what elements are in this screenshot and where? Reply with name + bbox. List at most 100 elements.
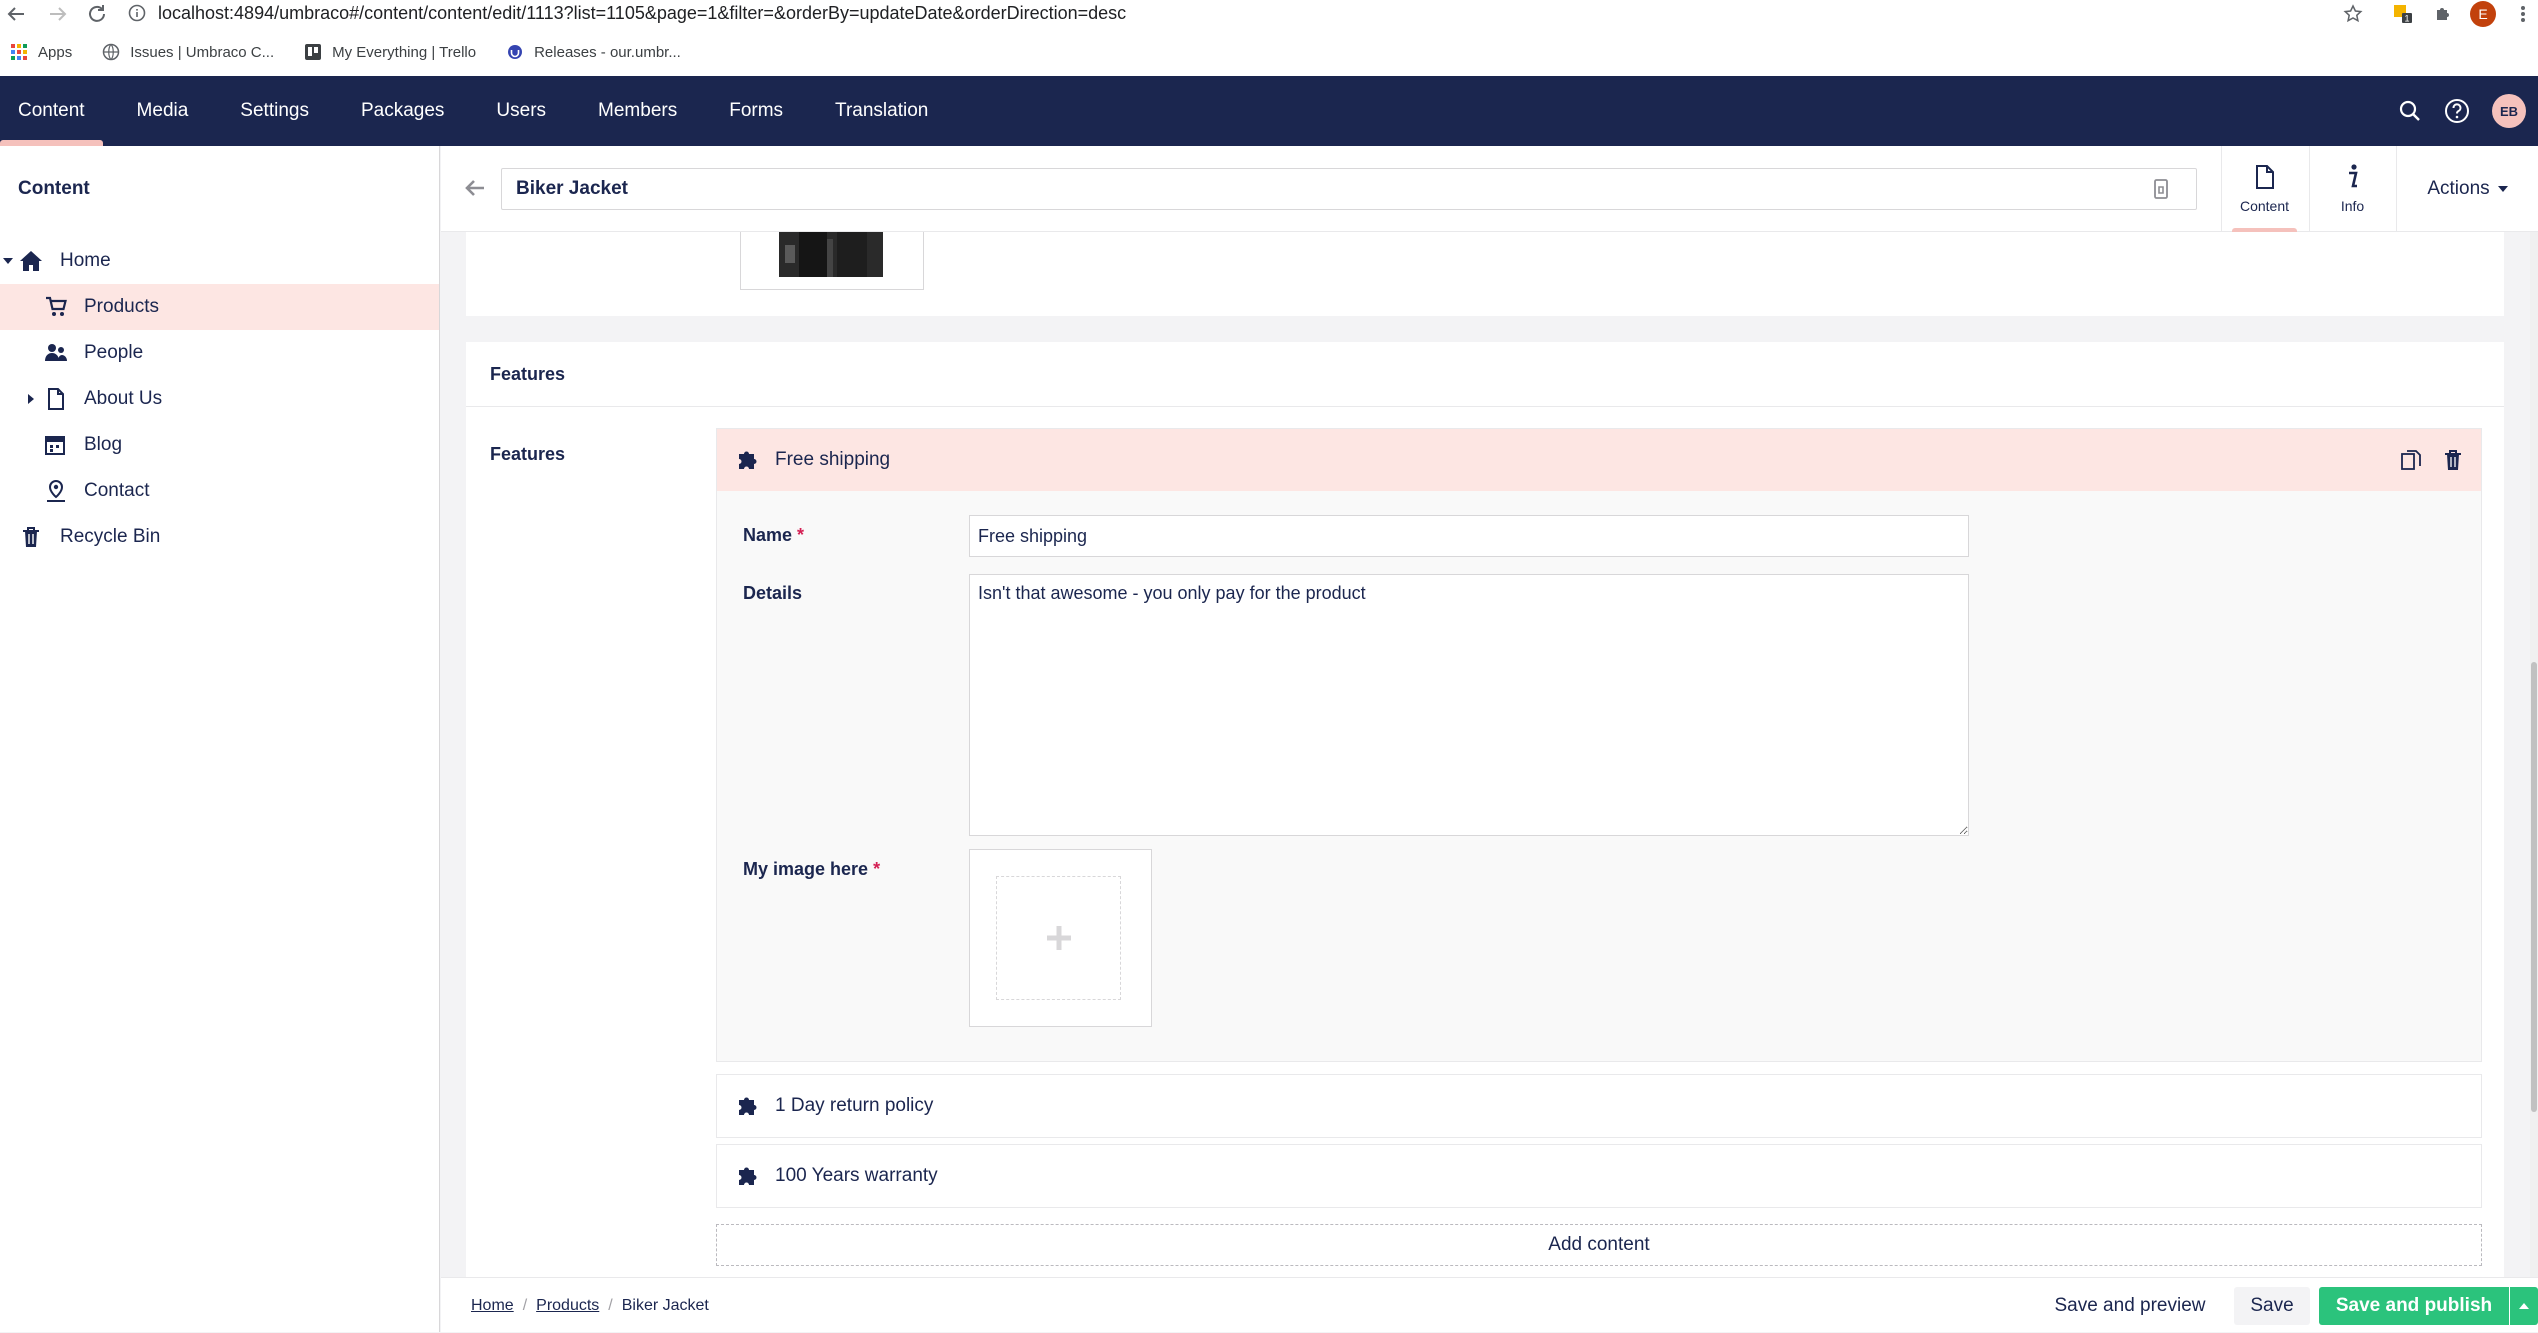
- caret-down-icon[interactable]: [2, 255, 14, 267]
- node-name-input[interactable]: [501, 168, 2197, 210]
- breadcrumb-home[interactable]: Home: [471, 1297, 514, 1315]
- tree-item-about-us[interactable]: About Us: [0, 376, 439, 422]
- block-warranty[interactable]: 100 Years warranty: [716, 1144, 2482, 1208]
- tab-label: Content: [2239, 198, 2290, 214]
- caret-up-icon: [2519, 1303, 2529, 1309]
- editor-footer: Home / Products / Biker Jacket Save and …: [441, 1277, 2538, 1332]
- bookmark-apps[interactable]: Apps: [10, 43, 72, 61]
- bookmark-trello[interactable]: My Everything | Trello: [304, 43, 476, 61]
- tree-item-people[interactable]: People: [0, 330, 439, 376]
- bookmark-star-icon[interactable]: [2340, 2, 2366, 26]
- breadcrumb-products[interactable]: Products: [536, 1297, 599, 1315]
- property-label-features: Features: [490, 444, 566, 464]
- bookmark-label: My Everything | Trello: [332, 43, 477, 61]
- section-content[interactable]: Content: [0, 76, 103, 146]
- back-arrow-icon[interactable]: [463, 176, 487, 200]
- save-and-preview-button[interactable]: Save and preview: [2049, 1287, 2211, 1325]
- bookmark-issues[interactable]: Issues | Umbraco C...: [102, 43, 274, 61]
- jacket-image: [779, 232, 883, 277]
- document-icon: [48, 388, 64, 410]
- trash-icon: [23, 527, 39, 547]
- help-icon[interactable]: [2444, 98, 2470, 124]
- umbraco-header: Content Media Settings Packages Users Me…: [0, 76, 2538, 146]
- browser-toolbar: localhost:4894/umbraco#/content/content/…: [0, 0, 2538, 28]
- tree-item-label: About Us: [84, 388, 163, 409]
- actions-label: Actions: [2427, 178, 2490, 199]
- bookmark-label: Issues | Umbraco C...: [130, 43, 275, 61]
- block-title: 1 Day return policy: [775, 1095, 934, 1116]
- editor-scrollbar[interactable]: [2530, 232, 2538, 1277]
- tree-item-products[interactable]: Products: [0, 284, 439, 330]
- puzzle-icon: [739, 1167, 757, 1185]
- bookmark-label: Apps: [38, 43, 73, 61]
- editor-header: Content Info Actions: [441, 146, 2538, 232]
- breadcrumb: Home / Products / Biker Jacket: [471, 1278, 709, 1333]
- umbraco-icon: [508, 45, 523, 59]
- section-media[interactable]: Media: [119, 76, 207, 146]
- globe-icon: [102, 43, 120, 61]
- tree-item-contact[interactable]: Contact: [0, 468, 439, 514]
- map-marker-icon: [47, 479, 65, 502]
- name-field[interactable]: [969, 515, 1969, 557]
- block-header[interactable]: 1 Day return policy: [717, 1075, 2481, 1137]
- tree-title: Content: [18, 178, 90, 199]
- section-packages[interactable]: Packages: [343, 76, 462, 146]
- add-image-button[interactable]: [996, 876, 1121, 1000]
- puzzle-icon: [739, 1097, 757, 1115]
- section-forms[interactable]: Forms: [711, 76, 801, 146]
- block-header[interactable]: Free shipping: [717, 429, 2481, 491]
- browser-menu-icon[interactable]: [2510, 2, 2536, 26]
- actions-dropdown[interactable]: Actions: [2396, 146, 2538, 232]
- section-users[interactable]: Users: [478, 76, 564, 146]
- bookmark-releases[interactable]: Releases - our.umbr...: [506, 43, 681, 61]
- save-and-publish-button[interactable]: Save and publish: [2319, 1287, 2509, 1325]
- info-icon: [2348, 164, 2358, 188]
- tree-item-recycle-bin[interactable]: Recycle Bin: [0, 514, 439, 560]
- extension-badge-icon[interactable]: 1: [2390, 2, 2416, 26]
- add-content-button[interactable]: Add content: [716, 1224, 2482, 1266]
- block-title: 100 Years warranty: [775, 1165, 938, 1186]
- puzzle-icon: [739, 451, 757, 469]
- required-marker: *: [873, 859, 881, 879]
- cart-icon: [46, 296, 67, 316]
- tab-content[interactable]: Content: [2221, 146, 2307, 232]
- user-avatar[interactable]: EB: [2492, 94, 2526, 128]
- browser-back-icon[interactable]: [4, 3, 28, 25]
- scrollbar-thumb[interactable]: [2531, 662, 2537, 1112]
- tab-label: Info: [2340, 198, 2365, 214]
- people-icon: [45, 344, 67, 361]
- section-settings[interactable]: Settings: [222, 76, 327, 146]
- browser-profile-avatar[interactable]: E: [2470, 1, 2496, 27]
- extensions-puzzle-icon[interactable]: [2430, 2, 2456, 26]
- field-label-name: Name *: [743, 525, 805, 545]
- address-bar[interactable]: localhost:4894/umbraco#/content/content/…: [128, 0, 2328, 26]
- block-return-policy[interactable]: 1 Day return policy: [716, 1074, 2482, 1138]
- section-members[interactable]: Members: [580, 76, 695, 146]
- tree-item-label: Products: [84, 296, 159, 317]
- publish-options-button[interactable]: [2510, 1287, 2538, 1325]
- field-label-image: My image here *: [743, 859, 881, 879]
- search-icon[interactable]: [2398, 99, 2422, 123]
- tree-item-label: Contact: [84, 480, 150, 501]
- image-thumbnail-frame[interactable]: [740, 232, 924, 290]
- details-textarea[interactable]: Isn't that awesome - you only pay for th…: [969, 574, 1969, 836]
- browser-reload-icon[interactable]: [86, 3, 110, 25]
- browser-forward-icon[interactable]: [46, 3, 70, 25]
- editor-content: Features Features Free shipping Name * D…: [441, 232, 2538, 1277]
- alias-lock-icon[interactable]: [2150, 178, 2172, 200]
- copy-icon[interactable]: [2400, 449, 2422, 471]
- plus-icon: [1046, 926, 1071, 950]
- caret-right-icon[interactable]: [25, 393, 37, 405]
- property-panel-previous: [466, 232, 2504, 316]
- tree-item-blog[interactable]: Blog: [0, 422, 439, 468]
- section-translation[interactable]: Translation: [817, 76, 946, 146]
- tree-item-home[interactable]: Home: [0, 238, 439, 284]
- breadcrumb-current: Biker Jacket: [621, 1296, 709, 1314]
- group-title: Features: [490, 364, 566, 384]
- save-button[interactable]: Save: [2234, 1287, 2310, 1325]
- tab-info[interactable]: Info: [2309, 146, 2395, 232]
- block-header[interactable]: 100 Years warranty: [717, 1145, 2481, 1207]
- trello-icon: [305, 44, 322, 60]
- trash-icon[interactable]: [2443, 449, 2463, 471]
- required-marker: *: [797, 525, 805, 545]
